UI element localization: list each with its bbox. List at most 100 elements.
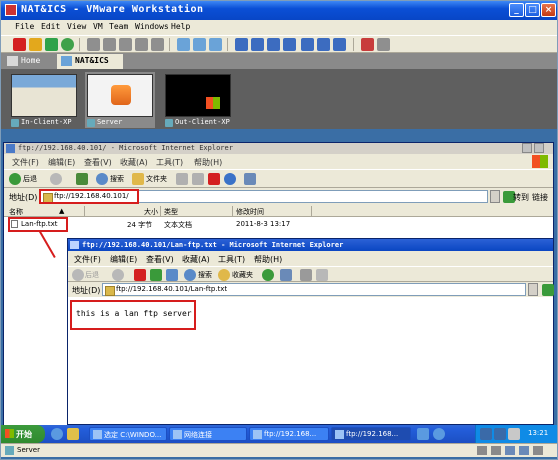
taskbar-button-network[interactable]: 网络连接 [169, 427, 247, 441]
ie-window-file[interactable]: ftp://192.168.40.101/Lan-ftp.txt - Micro… [67, 238, 554, 425]
menu-view[interactable]: 查看(V) [84, 157, 112, 168]
search-label[interactable]: 搜索 [110, 174, 124, 184]
message-icon[interactable] [533, 446, 543, 455]
taskbar-button-ftp-file[interactable]: ftp://192.168... [331, 427, 411, 441]
thumbnail-out-client-xp[interactable]: Out-Client-XP [163, 72, 233, 128]
menu-help[interactable]: 帮助(H) [254, 254, 282, 265]
forward-icon[interactable] [50, 173, 62, 185]
appliance-view-icon[interactable] [317, 38, 330, 51]
language-icon[interactable] [417, 428, 429, 440]
forward-icon[interactable] [112, 269, 124, 281]
menu-help[interactable]: Help [171, 22, 190, 31]
snapshot-manager-icon[interactable] [119, 38, 132, 51]
power-on-icon[interactable] [45, 38, 58, 51]
menu-file[interactable]: 文件(F) [12, 157, 39, 168]
reset-icon[interactable] [61, 38, 74, 51]
search-icon[interactable] [184, 269, 196, 281]
console-view-icon[interactable] [267, 38, 280, 51]
power-off-icon[interactable] [13, 38, 26, 51]
history-icon[interactable] [262, 269, 274, 281]
go-button[interactable]: 转到 [513, 192, 529, 203]
menu-edit[interactable]: 编辑(E) [48, 157, 75, 168]
column-name[interactable]: 名称 [9, 207, 23, 217]
quicklaunch-desktop-icon[interactable] [67, 428, 79, 440]
address-input[interactable]: ftp://192.168.40.101/Lan-ftp.txt [102, 283, 526, 296]
full-screen-icon[interactable] [235, 38, 248, 51]
mail-icon[interactable] [280, 269, 292, 281]
start-button[interactable]: 开始 [1, 425, 45, 443]
menu-edit[interactable]: Edit [41, 22, 60, 31]
network-icon[interactable] [480, 428, 492, 440]
edit-icon[interactable] [316, 269, 328, 281]
quicklaunch-ie-icon[interactable] [51, 428, 63, 440]
print-icon[interactable] [300, 269, 312, 281]
volume-icon[interactable] [508, 428, 520, 440]
sidebar-toggle-icon[interactable] [333, 38, 346, 51]
search-label[interactable]: 搜索 [198, 270, 212, 280]
delete-icon[interactable] [208, 173, 220, 185]
menu-edit[interactable]: 编辑(E) [110, 254, 137, 265]
team-power-icon[interactable] [361, 38, 374, 51]
unity-icon[interactable] [251, 38, 264, 51]
home-icon[interactable] [166, 269, 178, 281]
clone-icon[interactable] [135, 38, 148, 51]
column-modified[interactable]: 修改时间 [236, 207, 264, 217]
maximize-button[interactable] [534, 143, 544, 153]
column-divider[interactable] [84, 206, 85, 217]
quick-switch-icon[interactable] [177, 38, 190, 51]
menu-tools[interactable]: 工具(T) [156, 157, 183, 168]
copy-to-icon[interactable] [192, 173, 204, 185]
links-button[interactable]: 链接 [532, 192, 548, 203]
views-icon[interactable] [244, 173, 256, 185]
ie-file-title-bar[interactable]: ftp://192.168.40.101/Lan-ftp.txt - Micro… [68, 239, 553, 251]
column-type[interactable]: 类型 [164, 207, 178, 217]
minimize-button[interactable]: _ [509, 3, 524, 17]
folders-label[interactable]: 文件夹 [146, 174, 167, 184]
help-icon[interactable] [433, 428, 445, 440]
summary-view-icon[interactable] [301, 38, 314, 51]
clock[interactable]: 13:21 [528, 429, 548, 437]
taskbar-button-ftp-folder[interactable]: ftp://192.168... [249, 427, 329, 441]
record-icon[interactable] [193, 38, 206, 51]
folder-icon[interactable] [132, 173, 144, 185]
tab-home[interactable]: Home [3, 54, 55, 69]
menu-view[interactable]: 查看(V) [146, 254, 174, 265]
vm-console[interactable]: ftp://192.168.40.101/ - Microsoft Intern… [1, 129, 557, 459]
undo-icon[interactable] [224, 173, 236, 185]
stop-icon[interactable] [134, 269, 146, 281]
search-icon[interactable] [96, 173, 108, 185]
address-dropdown-icon[interactable] [490, 190, 500, 203]
team-icon[interactable] [151, 38, 164, 51]
vmware-title-bar[interactable]: NAT&ICS - VMware Workstation _ □ × [1, 1, 557, 20]
thumbnail-view-icon[interactable] [283, 38, 296, 51]
refresh-icon[interactable] [150, 269, 162, 281]
menu-favorites[interactable]: 收藏(A) [182, 254, 210, 265]
up-folder-icon[interactable] [76, 173, 88, 185]
back-icon[interactable] [9, 173, 21, 185]
go-icon[interactable] [542, 284, 554, 296]
menu-windows[interactable]: Windows [135, 22, 169, 31]
favorites-label[interactable]: 收藏夹 [232, 270, 253, 280]
close-button[interactable]: × [541, 3, 556, 17]
back-label[interactable]: 后退 [85, 270, 99, 280]
menu-team[interactable]: Team [109, 22, 128, 31]
taskbar-button-cmd[interactable]: 选定 C:\WINDO... [89, 427, 167, 441]
menu-vm[interactable]: VM [93, 22, 103, 31]
thumbnail-server[interactable]: Server [85, 72, 155, 128]
menu-tools[interactable]: 工具(T) [218, 254, 245, 265]
snapshot-icon[interactable] [87, 38, 100, 51]
menu-favorites[interactable]: 收藏(A) [120, 157, 148, 168]
replay-icon[interactable] [209, 38, 222, 51]
maximize-button[interactable]: □ [525, 3, 540, 17]
tab-nat-ics[interactable]: NAT&ICS [57, 54, 123, 69]
address-dropdown-icon[interactable] [528, 283, 538, 296]
back-label[interactable]: 后退 [23, 174, 37, 184]
column-divider[interactable] [232, 206, 233, 217]
hdd-icon[interactable] [477, 446, 487, 455]
column-size[interactable]: 大小 [144, 207, 158, 217]
menu-file[interactable]: File [15, 22, 34, 31]
suspend-icon[interactable] [29, 38, 42, 51]
menu-help[interactable]: 帮助(H) [194, 157, 222, 168]
ie-folder-title-bar[interactable]: ftp://192.168.40.101/ - Microsoft Intern… [4, 143, 553, 154]
usb-icon[interactable] [519, 446, 529, 455]
